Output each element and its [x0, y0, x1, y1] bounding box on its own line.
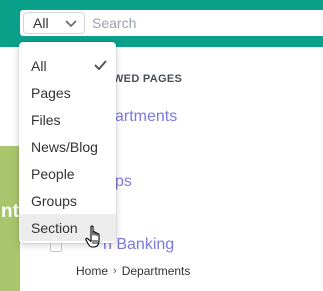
checkmark-icon	[94, 60, 107, 70]
option-label: All	[31, 57, 47, 74]
chevron-right-icon: ›	[113, 265, 117, 277]
hero-panel: nt	[0, 146, 20, 291]
option-all[interactable]: All	[19, 52, 116, 79]
search-scope-select[interactable]: All	[23, 12, 85, 34]
option-people[interactable]: People	[19, 160, 116, 187]
option-label: Groups	[31, 192, 77, 209]
breadcrumb: Home › Departments	[76, 264, 190, 278]
option-label: Pages	[31, 84, 71, 101]
breadcrumb-home[interactable]: Home	[76, 264, 108, 278]
recent-page-link[interactable]: artments	[115, 108, 177, 126]
option-label: Section	[31, 219, 78, 236]
search-scope-dropdown: All Pages Files News/Blog People Groups …	[19, 42, 116, 243]
chevron-down-icon	[65, 20, 77, 28]
option-label: News/Blog	[31, 138, 98, 155]
search-box: All	[20, 10, 323, 36]
search-input[interactable]	[92, 12, 292, 34]
breadcrumb-current[interactable]: Departments	[122, 264, 191, 278]
option-label: People	[31, 165, 75, 182]
hand-pointer-icon	[85, 225, 100, 248]
recent-page-link[interactable]: ps	[115, 173, 132, 191]
recent-pages-heading: WED PAGES	[113, 73, 183, 85]
option-label: Files	[31, 111, 61, 128]
option-news-blog[interactable]: News/Blog	[19, 133, 116, 160]
option-groups[interactable]: Groups	[19, 187, 116, 214]
option-pages[interactable]: Pages	[19, 79, 116, 106]
hero-panel-text: nt	[1, 201, 19, 222]
search-scope-value: All	[33, 15, 49, 31]
option-files[interactable]: Files	[19, 106, 116, 133]
